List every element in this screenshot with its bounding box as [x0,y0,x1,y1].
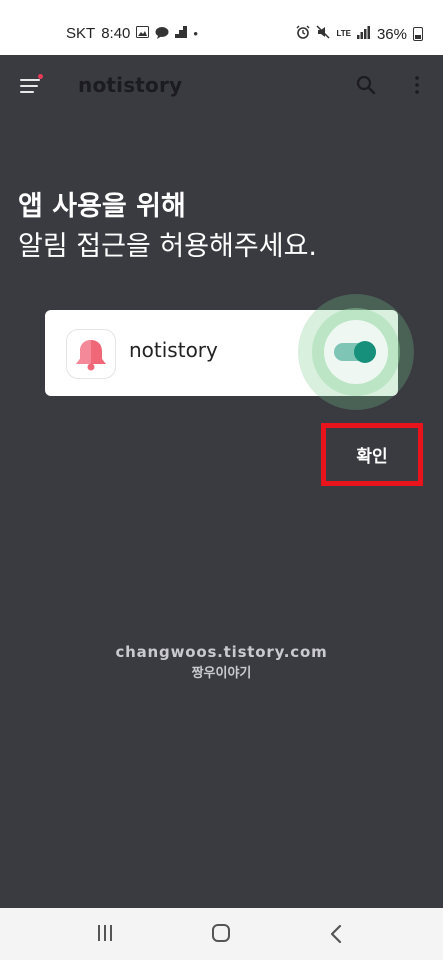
alarm-icon [296,25,310,43]
chat-icon [155,26,169,42]
watermark-url: changwoos.tistory.com [115,643,328,661]
bell-icon [76,340,106,371]
app-title: notistory [78,73,183,97]
status-bar: SKT 8:40 • LTE 36% [0,0,443,55]
back-icon[interactable] [328,924,344,944]
battery-percent: 36% [376,25,407,43]
watermark-name: 짱우이야기 [191,666,252,681]
card-app-name: notistory [129,338,218,362]
watermark: changwoos.tistory.com 짱우이야기 [0,643,443,681]
dot-icon: • [193,26,198,41]
status-left: SKT 8:40 • [66,25,198,42]
confirm-button[interactable]: 확인 [326,428,418,481]
app-bar: notistory [0,55,443,117]
permission-heading: 앱 사용을 위해 알림 접근을 허용해주세요. [18,187,317,267]
notification-dot [38,74,43,79]
recent-apps-icon[interactable] [97,925,115,943]
carrier-label: SKT [66,25,96,42]
clock: 8:40 [101,25,131,42]
battery-icon [413,27,423,41]
signal-bars-small-icon [175,26,188,41]
heading-line-1: 앱 사용을 위해 [18,191,186,222]
menu-icon[interactable] [20,74,43,97]
image-icon [136,26,150,41]
home-icon[interactable] [212,924,230,942]
mute-icon [316,25,330,43]
toggle-knob[interactable] [354,341,376,363]
heading-line-2: 알림 접근을 허용해주세요. [18,231,317,262]
signal-icon [356,25,371,43]
status-right: LTE 36% [296,25,423,43]
lte-icon: LTE [336,29,351,38]
search-icon[interactable] [356,75,376,95]
navigation-bar [0,908,443,960]
app-icon [66,329,116,379]
more-vert-icon[interactable] [410,75,424,95]
